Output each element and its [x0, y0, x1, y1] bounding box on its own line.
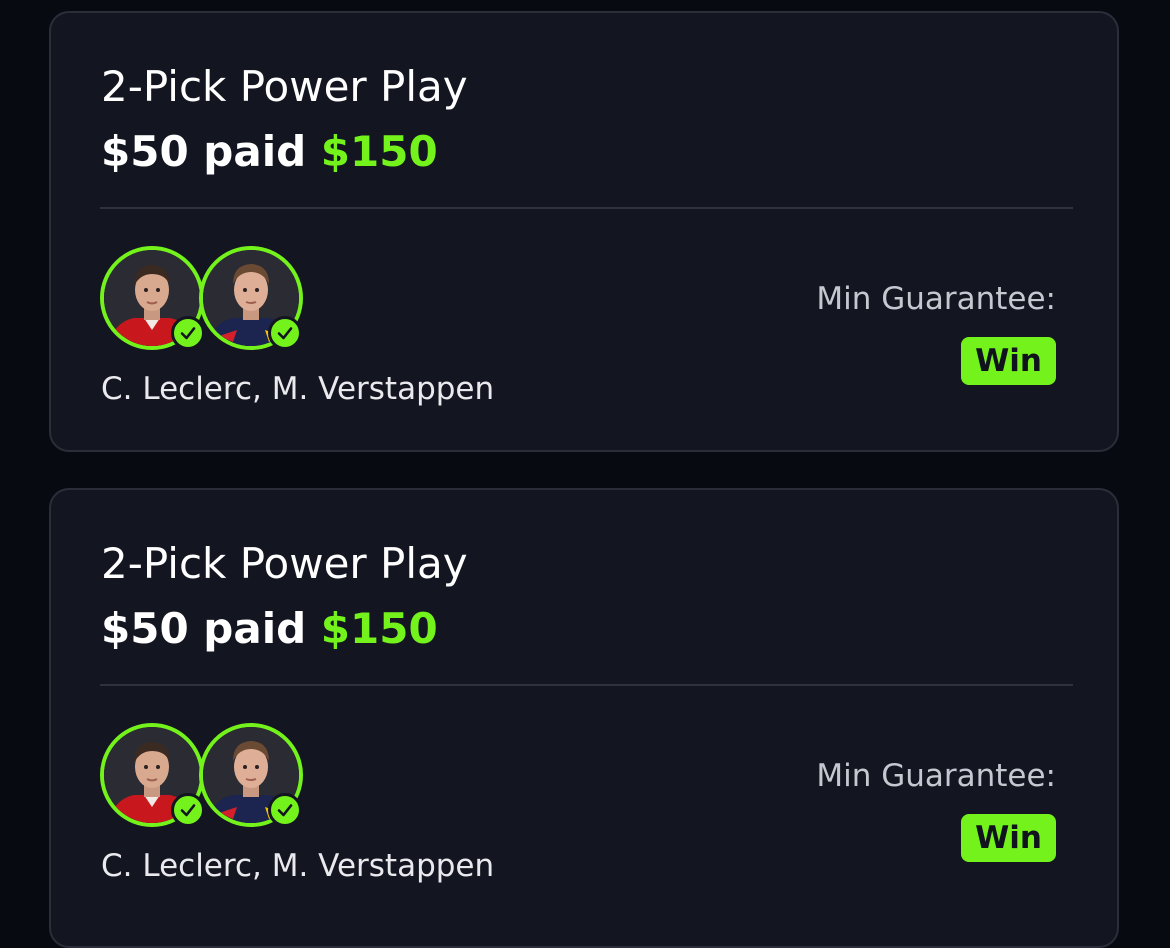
payout-line: $50 paid $150	[101, 604, 438, 654]
player-avatars	[100, 246, 310, 354]
entry-card[interactable]: 2-Pick Power Play $50 paid $150 C. Lecle…	[49, 11, 1119, 452]
min-guarantee-label: Min Guarantee:	[816, 281, 1056, 317]
divider	[100, 684, 1073, 686]
entry-card[interactable]: 2-Pick Power Play $50 paid $150 C. Lecle…	[49, 488, 1119, 948]
paid-amount: $50 paid	[101, 604, 307, 653]
min-guarantee-label: Min Guarantee:	[816, 758, 1056, 794]
payout-line: $50 paid $150	[101, 127, 438, 177]
check-icon	[268, 316, 302, 350]
player-avatars	[100, 723, 310, 831]
check-icon	[268, 793, 302, 827]
entry-title: 2-Pick Power Play	[101, 539, 468, 588]
paid-amount: $50 paid	[101, 127, 307, 176]
picks-names: C. Leclerc, M. Verstappen	[101, 848, 495, 884]
check-icon	[171, 793, 205, 827]
result-badge: Win	[961, 337, 1056, 385]
payout-amount: $150	[320, 604, 438, 653]
entry-title: 2-Pick Power Play	[101, 62, 468, 111]
result-badge: Win	[961, 814, 1056, 862]
check-icon	[171, 316, 205, 350]
divider	[100, 207, 1073, 209]
payout-amount: $150	[320, 127, 438, 176]
picks-names: C. Leclerc, M. Verstappen	[101, 371, 495, 407]
